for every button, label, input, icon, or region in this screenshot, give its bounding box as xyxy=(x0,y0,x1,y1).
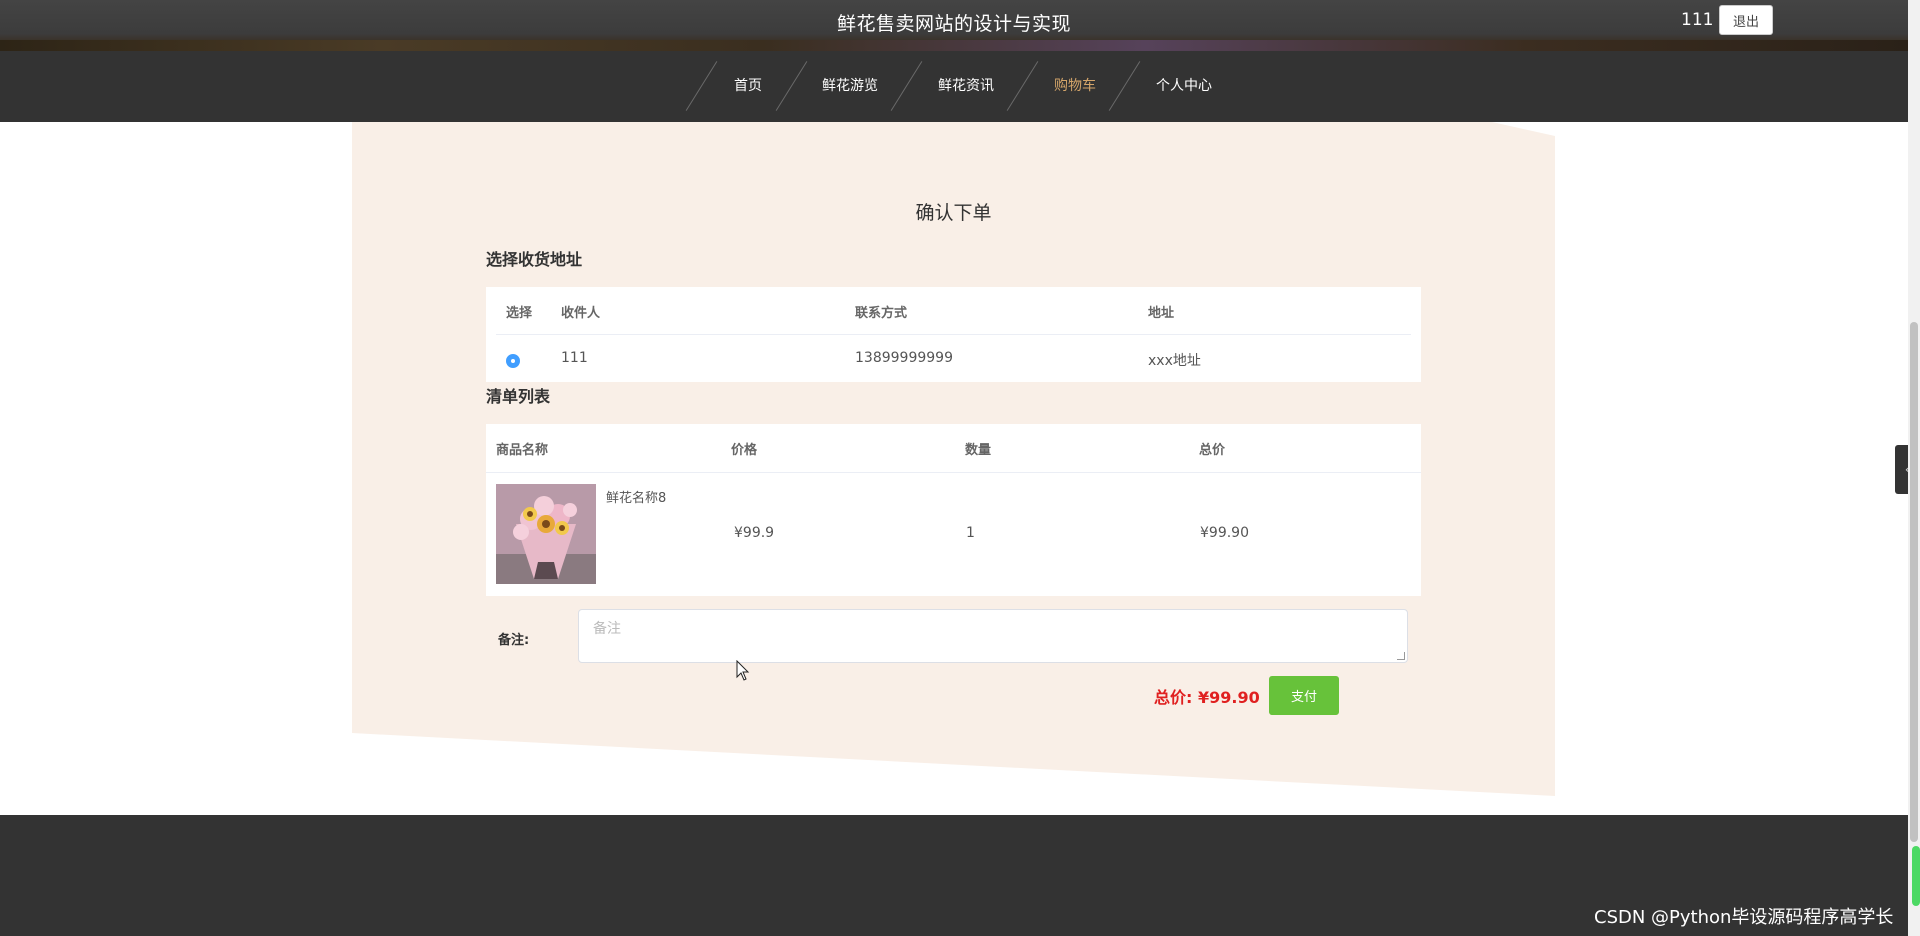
nav-divider xyxy=(775,61,808,111)
column-header-address: 地址 xyxy=(1148,306,1175,321)
column-header-phone: 联系方式 xyxy=(855,306,908,321)
phone-cell: 13899999999 xyxy=(855,350,953,366)
order-total: 总价: ¥99.90 xyxy=(1154,688,1260,707)
column-header-price: 价格 xyxy=(731,443,758,458)
nav-divider xyxy=(685,61,718,111)
nav-item-flower-news[interactable]: 鲜花资讯 xyxy=(938,51,994,122)
product-name-cell: 鲜花名称8 xyxy=(606,491,667,506)
remark-placeholder: 备注 xyxy=(593,621,621,637)
column-header-total: 总价 xyxy=(1199,443,1226,458)
logout-button[interactable]: 退出 xyxy=(1719,5,1773,35)
column-header-recipient: 收件人 xyxy=(561,306,601,321)
nav-item-personal-center[interactable]: 个人中心 xyxy=(1156,51,1212,122)
nav-item-cart[interactable]: 购物车 xyxy=(1054,51,1096,122)
items-table: 商品名称 价格 数量 总价 鲜花名称8 ¥99.9 1 ¥99.90 xyxy=(486,424,1421,596)
current-user-name: 111 xyxy=(1681,10,1714,30)
nav-divider xyxy=(1108,61,1141,111)
nav-item-home[interactable]: 首页 xyxy=(734,51,762,122)
remark-input[interactable]: 备注 xyxy=(578,609,1408,663)
column-header-select: 选择 xyxy=(506,306,533,321)
quantity-cell: 1 xyxy=(966,525,975,541)
address-section-title: 选择收货地址 xyxy=(486,250,583,269)
pay-button[interactable]: 支付 xyxy=(1269,676,1339,715)
column-header-quantity: 数量 xyxy=(965,443,992,458)
nav-item-browse-flowers[interactable]: 鲜花游览 xyxy=(822,51,878,122)
scrollbar-thumb[interactable] xyxy=(1910,322,1918,842)
items-section-title: 清单列表 xyxy=(486,387,551,406)
nav-divider xyxy=(890,61,923,111)
line-total-cell: ¥99.90 xyxy=(1200,525,1249,541)
site-title: 鲜花售卖网站的设计与实现 xyxy=(836,13,1071,35)
watermark: CSDN @Python毕设源码程序高学长 xyxy=(1594,907,1894,928)
product-image[interactable] xyxy=(496,484,596,584)
row-divider xyxy=(486,472,1421,473)
scroll-indicator xyxy=(1912,846,1920,906)
price-cell: ¥99.9 xyxy=(734,525,775,541)
textarea-resize-handle[interactable] xyxy=(1397,652,1405,660)
row-divider xyxy=(496,334,1411,335)
address-table: 选择 收件人 联系方式 地址 111 13899999999 xxx地址 xyxy=(486,287,1421,382)
address-radio[interactable] xyxy=(506,354,520,368)
remark-label: 备注: xyxy=(498,633,530,648)
column-header-product-name: 商品名称 xyxy=(496,443,549,458)
main-nav: 首页 鲜花游览 鲜花资讯 购物车 个人中心 xyxy=(0,51,1908,122)
nav-divider xyxy=(1006,61,1039,111)
recipient-cell: 111 xyxy=(561,350,588,366)
mouse-cursor-icon xyxy=(736,659,750,686)
address-cell: xxx地址 xyxy=(1148,353,1201,369)
page-title: 确认下单 xyxy=(915,202,992,224)
